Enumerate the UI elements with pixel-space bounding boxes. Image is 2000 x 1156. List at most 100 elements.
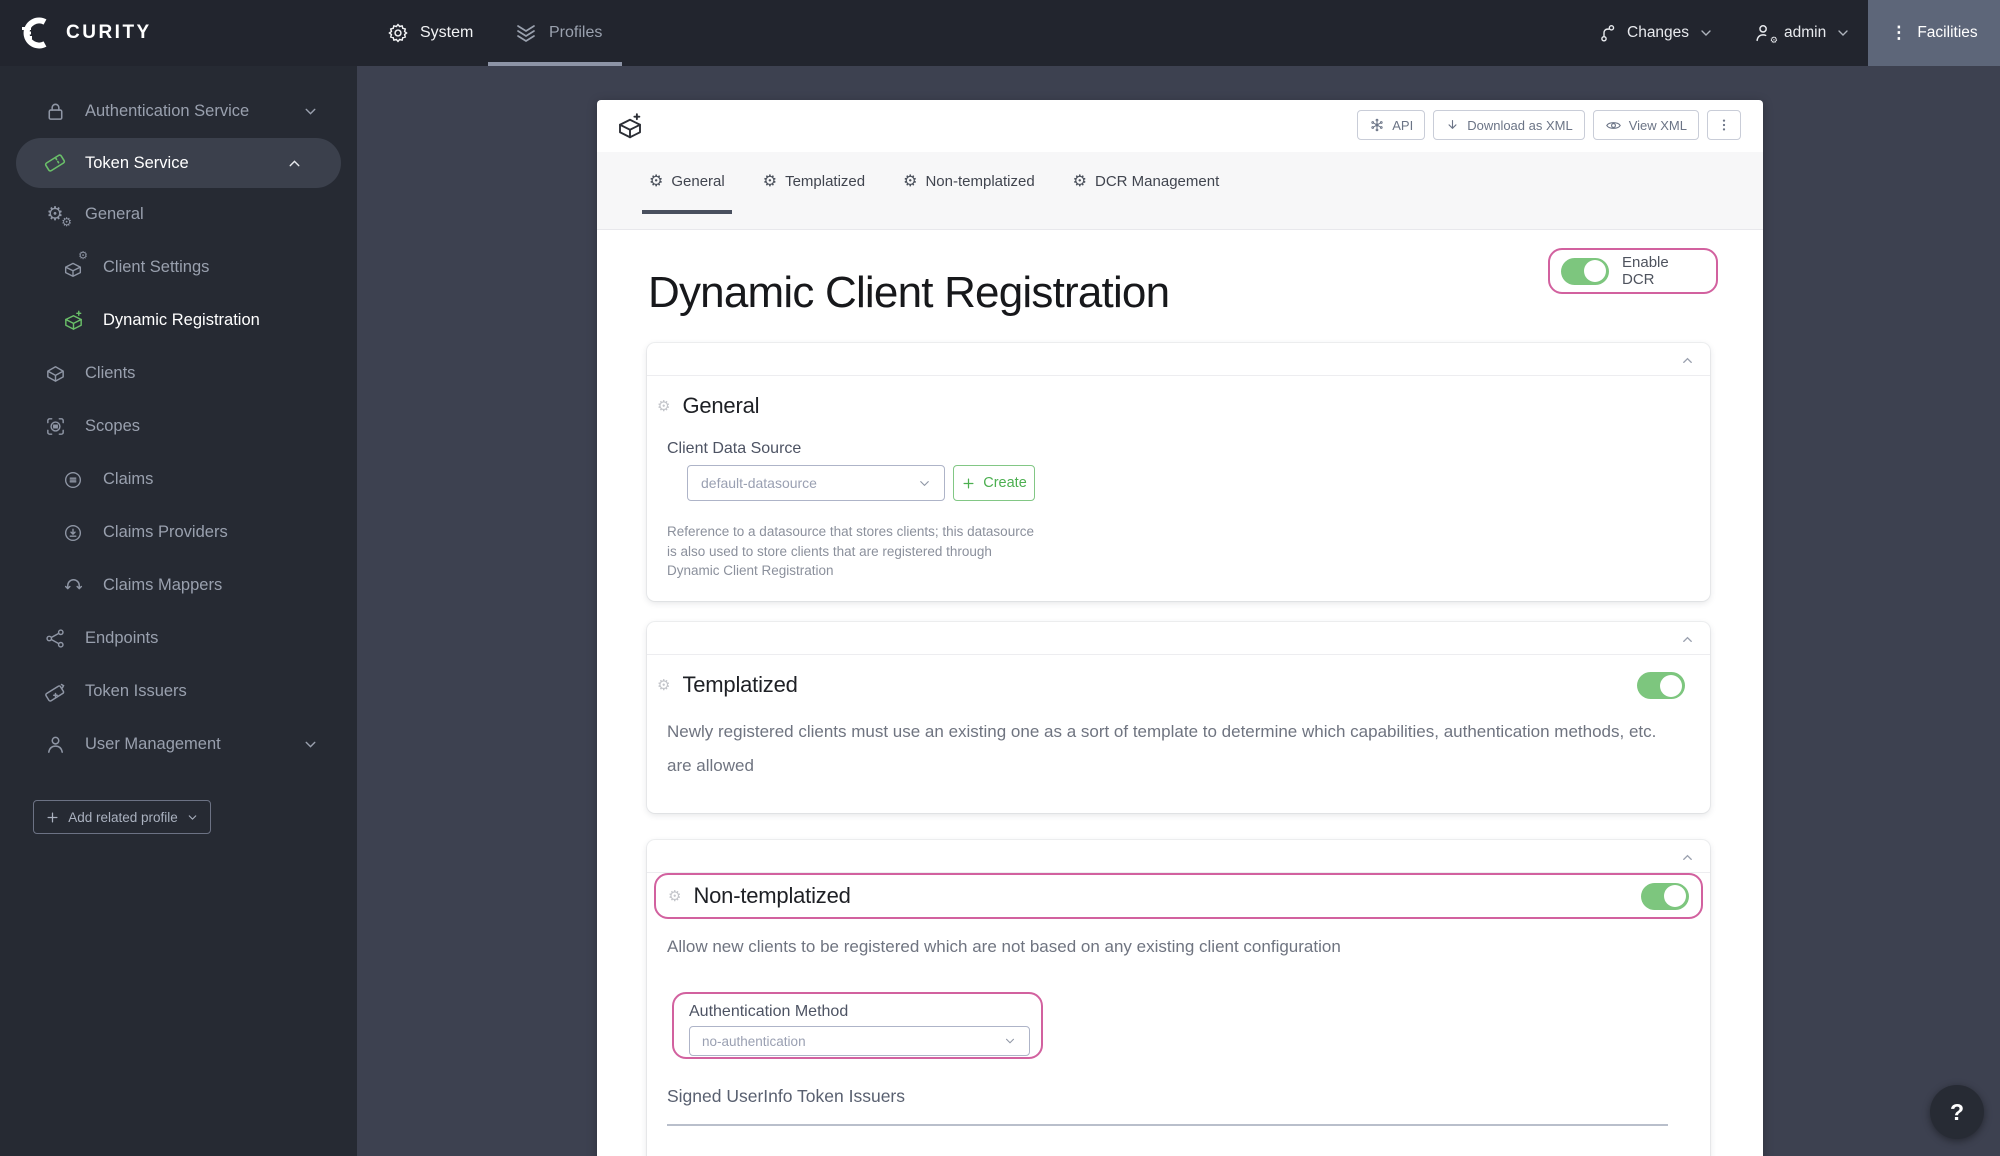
- layers-chevrons-icon: [514, 21, 538, 45]
- section-templatized: ⚙ Templatized Newly registered clients m…: [647, 622, 1710, 813]
- sidebar-item-claims[interactable]: Claims: [0, 453, 357, 506]
- sidebar-item-endpoints[interactable]: Endpoints: [0, 612, 357, 665]
- gear-icon: ⚙: [649, 171, 664, 190]
- admin-label: admin: [1784, 24, 1827, 41]
- more-options-button[interactable]: [1707, 110, 1741, 140]
- facilities-label: Facilities: [1917, 24, 1978, 41]
- section-templatized-title: Templatized: [682, 672, 798, 697]
- plus-icon: [961, 476, 976, 491]
- chevron-down-icon: [302, 103, 319, 120]
- section-templatized-heading: ⚙ Templatized: [657, 672, 798, 698]
- enable-dcr-toggle[interactable]: [1561, 257, 1609, 285]
- sidebar-item-authentication-service[interactable]: Authentication Service: [0, 85, 357, 138]
- sidebar-item-label: Dynamic Registration: [103, 311, 260, 329]
- plus-icon: [45, 810, 60, 825]
- authentication-method-label: Authentication Method: [689, 1003, 849, 1020]
- sidebar-item-dynamic-registration[interactable]: Dynamic Registration: [0, 294, 357, 347]
- dcr-settings-card: API Download as XML View XML ⚙ General ⚙…: [597, 100, 1763, 1156]
- templatized-toggle[interactable]: [1637, 672, 1685, 699]
- create-datasource-button[interactable]: Create: [953, 465, 1035, 501]
- topbar: CURITY System Profiles Changes ⚙ admin ⋮…: [0, 0, 2000, 66]
- download-arrow-icon: [1445, 118, 1460, 133]
- kebab-vertical-icon: [1716, 117, 1732, 133]
- changes-label: Changes: [1627, 24, 1690, 41]
- section-general-title: General: [682, 393, 760, 418]
- toggle-knob: [1584, 260, 1606, 282]
- eye-icon: [1605, 117, 1622, 134]
- sidebar-item-label: Endpoints: [85, 629, 159, 647]
- tab-templatized-label: Templatized: [785, 172, 866, 190]
- tab-general[interactable]: ⚙ General: [642, 152, 732, 214]
- sidebar-item-label: Client Settings: [103, 258, 210, 276]
- sidebar-item-client-settings[interactable]: ⚙ Client Settings: [0, 241, 357, 294]
- chevron-down-icon: [1003, 1034, 1017, 1048]
- add-related-profile-button[interactable]: Add related profile: [33, 800, 211, 834]
- card-actions: API Download as XML View XML: [1357, 110, 1741, 140]
- add-related-profile-label: Add related profile: [68, 809, 178, 825]
- sidebar-item-claims-providers[interactable]: Claims Providers: [0, 506, 357, 559]
- curity-logo[interactable]: CURITY: [20, 0, 152, 66]
- topnav-profiles-label: Profiles: [549, 24, 603, 41]
- sidebar-item-clients[interactable]: Clients: [0, 347, 357, 400]
- chevron-up-icon: [286, 155, 303, 172]
- non-templatized-highlight-box: ⚙ Non-templatized: [654, 873, 1703, 919]
- topnav-system[interactable]: System: [387, 0, 473, 66]
- changes-menu[interactable]: Changes: [1597, 0, 1714, 66]
- question-mark-icon: ?: [1949, 1098, 1965, 1125]
- api-button[interactable]: API: [1357, 110, 1426, 140]
- ticket-icon: [42, 151, 68, 175]
- cube-gear-icon: ⚙: [60, 250, 88, 279]
- signed-userinfo-token-issuers-label: Signed UserInfo Token Issuers: [667, 1086, 906, 1106]
- admin-user-menu[interactable]: ⚙ admin: [1753, 0, 1851, 66]
- git-branch-icon: [1597, 23, 1618, 44]
- gear-icon: ⚙: [903, 171, 918, 190]
- enable-dcr-label: Enable DCR: [1622, 254, 1669, 288]
- client-data-source-help: Reference to a datasource that stores cl…: [667, 524, 1034, 578]
- sidebar-item-token-issuers[interactable]: Token Issuers: [0, 665, 357, 718]
- chevron-up-icon[interactable]: [1680, 632, 1695, 647]
- tab-dcr-management[interactable]: ⚙ DCR Management: [1066, 152, 1227, 214]
- view-xml-button[interactable]: View XML: [1592, 110, 1699, 140]
- section-non-templatized: ⚙ Non-templatized Allow new clients to b…: [647, 840, 1710, 1156]
- sidebar-item-token-service[interactable]: Token Service: [16, 138, 341, 188]
- cube-plus-icon: [615, 111, 645, 141]
- section-non-templatized-title: Non-templatized: [693, 883, 851, 908]
- facilities-button[interactable]: ⋮ Facilities: [1868, 0, 2000, 66]
- sidebar-item-general[interactable]: ⚙ ⚙ General: [0, 188, 357, 241]
- section-collapse-bar: [647, 840, 1710, 873]
- sidebar: Authentication Service Token Service ⚙ ⚙…: [0, 66, 357, 1156]
- chevron-up-icon[interactable]: [1680, 850, 1695, 865]
- cube-icon: [42, 362, 68, 385]
- user-gear-icon: ⚙: [1753, 22, 1778, 46]
- sidebar-item-user-management[interactable]: User Management: [0, 718, 357, 771]
- gear-icon: ⚙: [657, 675, 671, 694]
- chevron-up-icon[interactable]: [1680, 353, 1695, 368]
- client-data-source-select[interactable]: default-datasource: [687, 465, 945, 501]
- authentication-method-value: no-authentication: [702, 1033, 806, 1049]
- authentication-method-select[interactable]: no-authentication: [689, 1026, 1030, 1056]
- section-general: ⚙ General Client Data Source default-dat…: [647, 343, 1710, 601]
- title-row: Dynamic Client Registration Enable DCR: [597, 230, 1763, 348]
- sidebar-item-scopes[interactable]: Scopes: [0, 400, 357, 453]
- topnav-profiles[interactable]: Profiles: [514, 0, 602, 66]
- sidebar-item-label: Claims: [103, 470, 154, 488]
- sidebar-item-label: Clients: [85, 364, 136, 382]
- share-network-icon: [42, 627, 68, 650]
- create-button-label: Create: [983, 475, 1027, 491]
- non-templatized-toggle[interactable]: [1641, 882, 1689, 910]
- gear-icon: ⚙: [668, 886, 682, 905]
- tab-non-templatized[interactable]: ⚙ Non-templatized: [896, 152, 1042, 214]
- help-button[interactable]: ?: [1930, 1085, 1984, 1139]
- toggle-knob: [1660, 674, 1682, 697]
- section-collapse-bar: [647, 343, 1710, 376]
- claims-circle-icon: [60, 469, 86, 491]
- tab-non-templatized-label: Non-templatized: [925, 172, 1035, 190]
- download-xml-button[interactable]: Download as XML: [1433, 110, 1585, 140]
- page-title: Dynamic Client Registration: [648, 268, 1170, 317]
- templatized-description: Newly registered clients must use an exi…: [667, 722, 1657, 775]
- ticket-plus-icon: [42, 680, 68, 704]
- gear-icon: [387, 22, 409, 44]
- sidebar-item-claims-mappers[interactable]: Claims Mappers: [0, 559, 357, 612]
- gear-icon: ⚙: [762, 171, 778, 190]
- tab-templatized[interactable]: ⚙ Templatized: [756, 152, 872, 214]
